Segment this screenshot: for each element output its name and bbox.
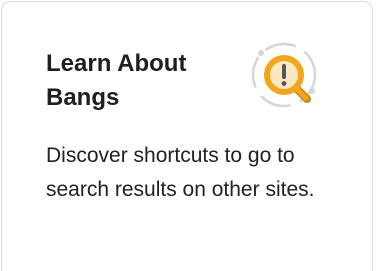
card-description: Discover shortcuts to go to search resul… [46,144,315,201]
card-title: Learn About Bangs [46,50,187,111]
magnifier-alert-icon [246,39,326,119]
learn-about-bangs-card[interactable]: Learn About Bangs Discover shortcuts to … [1,1,373,271]
